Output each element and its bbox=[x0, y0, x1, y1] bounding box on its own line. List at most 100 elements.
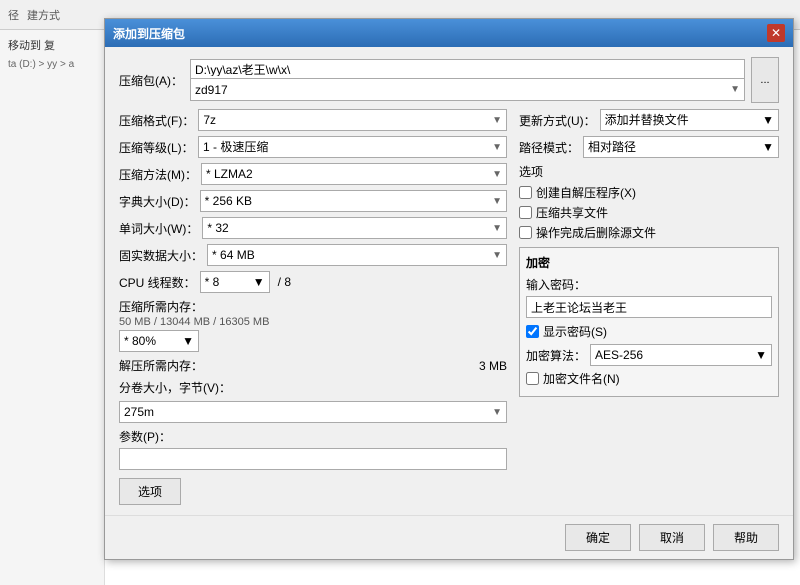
left-column: 压缩格式(F)： 7z ▼ 压缩等级(L)： 1 bbox=[119, 109, 507, 505]
path-mode-arrow-icon: ▼ bbox=[762, 140, 774, 154]
archive-path-label: 压缩包(A)： bbox=[119, 72, 184, 89]
dialog-title: 添加到压缩包 bbox=[113, 25, 185, 42]
level-label: 压缩等级(L)： bbox=[119, 139, 194, 156]
level-select[interactable]: 1 - 极速压缩 bbox=[203, 140, 490, 154]
browse-button[interactable]: ... bbox=[751, 57, 779, 103]
compress-mem-select-wrap[interactable]: * 80% ▼ bbox=[119, 330, 199, 352]
help-button[interactable]: 帮助 bbox=[713, 524, 779, 551]
cb-encrypt-names[interactable] bbox=[526, 372, 539, 385]
dict-arrow-icon: ▼ bbox=[492, 196, 502, 207]
update-arrow-icon: ▼ bbox=[762, 113, 774, 127]
encrypt-title: 加密 bbox=[526, 254, 772, 271]
sidebar-path: ta (D:) > yy > a bbox=[0, 56, 104, 73]
cb-delete-source[interactable] bbox=[519, 226, 532, 239]
main-columns: 压缩格式(F)： 7z ▼ 压缩等级(L)： 1 bbox=[119, 109, 779, 505]
solid-arrow-icon: ▼ bbox=[492, 250, 502, 261]
cpu-select-wrap[interactable]: * 8 ▼ bbox=[200, 271, 270, 293]
split-dropdown-icon: ▼ bbox=[492, 407, 502, 418]
method-row: 压缩方法(M)： * LZMA2 ▼ bbox=[119, 163, 507, 185]
encrypt-password-input[interactable] bbox=[526, 296, 772, 318]
word-arrow-icon: ▼ bbox=[492, 223, 502, 234]
path-mode-row: 踏径模式： 相对踏径 ▼ bbox=[519, 136, 779, 158]
method-arrow-icon: ▼ bbox=[492, 169, 502, 180]
mode-label: 建方式 bbox=[27, 7, 60, 23]
method-select-wrap[interactable]: * LZMA2 ▼ bbox=[201, 163, 507, 185]
dialog-footer: 确定 取消 帮助 bbox=[105, 515, 793, 559]
algo-arrow-icon: ▼ bbox=[755, 348, 767, 362]
add-to-archive-dialog: 添加到压缩包 ✕ 压缩包(A)： zd917 ▼ . bbox=[104, 18, 794, 560]
archive-path-top bbox=[190, 59, 745, 79]
cb-selfextract[interactable] bbox=[519, 186, 532, 199]
cancel-button[interactable]: 取消 bbox=[639, 524, 705, 551]
split-input[interactable] bbox=[124, 405, 492, 419]
split-label: 分卷大小，字节(V)： bbox=[119, 379, 231, 396]
algo-select[interactable]: AES-256 bbox=[595, 348, 755, 362]
param-label: 参数(P)： bbox=[119, 428, 507, 445]
archive-path-container: zd917 ▼ bbox=[190, 59, 745, 101]
param-input[interactable] bbox=[119, 448, 507, 470]
word-select-wrap[interactable]: * 32 ▼ bbox=[202, 217, 507, 239]
split-input-row: ▼ bbox=[119, 401, 507, 423]
compress-mem-row: * 80% ▼ bbox=[119, 330, 507, 352]
options-section-title: 选项 bbox=[519, 163, 779, 180]
solid-row: 固实数据大小： * 64 MB ▼ bbox=[119, 244, 507, 266]
solid-select[interactable]: * 64 MB bbox=[212, 248, 490, 262]
dict-label: 字典大小(D)： bbox=[119, 193, 196, 210]
archive-name-dropdown[interactable]: zd917 bbox=[195, 83, 730, 97]
cb-shared[interactable] bbox=[519, 206, 532, 219]
encrypt-names-label: 加密文件名(N) bbox=[543, 370, 620, 387]
format-select-wrap[interactable]: 7z ▼ bbox=[198, 109, 507, 131]
cb3-row: 操作完成后删除源文件 bbox=[519, 224, 779, 241]
encrypt-pw-label: 输入密码： bbox=[526, 276, 772, 293]
path-mode-label: 踏径模式： bbox=[519, 139, 579, 156]
close-button[interactable]: ✕ bbox=[767, 24, 785, 42]
update-select-wrap[interactable]: 添加并替换文件 ▼ bbox=[600, 109, 779, 131]
encrypt-names-row: 加密文件名(N) bbox=[526, 370, 772, 387]
dropdown-arrow-icon: ▼ bbox=[730, 84, 740, 95]
path-mode-select-wrap[interactable]: 相对踏径 ▼ bbox=[583, 136, 779, 158]
path-mode-select[interactable]: 相对踏径 bbox=[588, 140, 762, 154]
update-select[interactable]: 添加并替换文件 bbox=[605, 113, 762, 127]
level-row: 压缩等级(L)： 1 - 极速压缩 ▼ bbox=[119, 136, 507, 158]
compress-mem-block: 压缩所需内存： 50 MB / 13044 MB / 16305 MB * 80… bbox=[119, 298, 507, 352]
compress-mem-sub: 50 MB / 13044 MB / 16305 MB bbox=[119, 316, 507, 328]
explorer-sidebar: 移动到 复 ta (D:) > yy > a bbox=[0, 30, 105, 585]
method-select[interactable]: * LZMA2 bbox=[206, 167, 490, 181]
show-pw-label: 显示密码(S) bbox=[543, 323, 607, 340]
dict-select[interactable]: * 256 KB bbox=[205, 194, 490, 208]
cpu-arrow-icon: ▼ bbox=[253, 275, 265, 289]
cb2-label: 压缩共享文件 bbox=[536, 204, 608, 221]
word-label: 单词大小(W)： bbox=[119, 220, 198, 237]
split-input-wrap[interactable]: ▼ bbox=[119, 401, 507, 423]
cpu-row: CPU 线程数： * 8 ▼ / 8 bbox=[119, 271, 507, 293]
compress-mem-select[interactable]: * 80% bbox=[124, 334, 182, 348]
format-label: 压缩格式(F)： bbox=[119, 112, 194, 129]
dialog-body: 压缩包(A)： zd917 ▼ ... bbox=[105, 47, 793, 515]
algo-select-wrap[interactable]: AES-256 ▼ bbox=[590, 344, 772, 366]
word-row: 单词大小(W)： * 32 ▼ bbox=[119, 217, 507, 239]
archive-path-input[interactable] bbox=[195, 62, 740, 76]
solid-select-wrap[interactable]: * 64 MB ▼ bbox=[207, 244, 507, 266]
options-button[interactable]: 选项 bbox=[119, 478, 181, 505]
ok-button[interactable]: 确定 bbox=[565, 524, 631, 551]
decompress-mem-label: 解压所需内存： bbox=[119, 357, 203, 374]
format-select[interactable]: 7z bbox=[203, 113, 490, 127]
word-select[interactable]: * 32 bbox=[207, 221, 490, 235]
cpu-select[interactable]: * 8 bbox=[205, 275, 253, 289]
sidebar-move: 移动到 复 bbox=[0, 34, 104, 56]
split-row: 分卷大小，字节(V)： bbox=[119, 379, 507, 396]
dict-select-wrap[interactable]: * 256 KB ▼ bbox=[200, 190, 507, 212]
method-label: 压缩方法(M)： bbox=[119, 166, 197, 183]
cpu-max-label: / 8 bbox=[278, 275, 291, 289]
archive-name-select[interactable]: zd917 ▼ bbox=[190, 79, 745, 101]
decompress-mem-row: 解压所需内存： 3 MB bbox=[119, 357, 507, 374]
update-label: 更新方式(U)： bbox=[519, 112, 596, 129]
dict-row: 字典大小(D)： * 256 KB ▼ bbox=[119, 190, 507, 212]
level-select-wrap[interactable]: 1 - 极速压缩 ▼ bbox=[198, 136, 507, 158]
algo-label: 加密算法： bbox=[526, 347, 586, 364]
right-column: 更新方式(U)： 添加并替换文件 ▼ 踏径模式： bbox=[519, 109, 779, 505]
cb-show-password[interactable] bbox=[526, 325, 539, 338]
cpu-label: CPU 线程数： bbox=[119, 274, 196, 291]
compress-mem-label: 压缩所需内存： bbox=[119, 298, 507, 315]
archive-path-row: 压缩包(A)： zd917 ▼ ... bbox=[119, 57, 779, 103]
